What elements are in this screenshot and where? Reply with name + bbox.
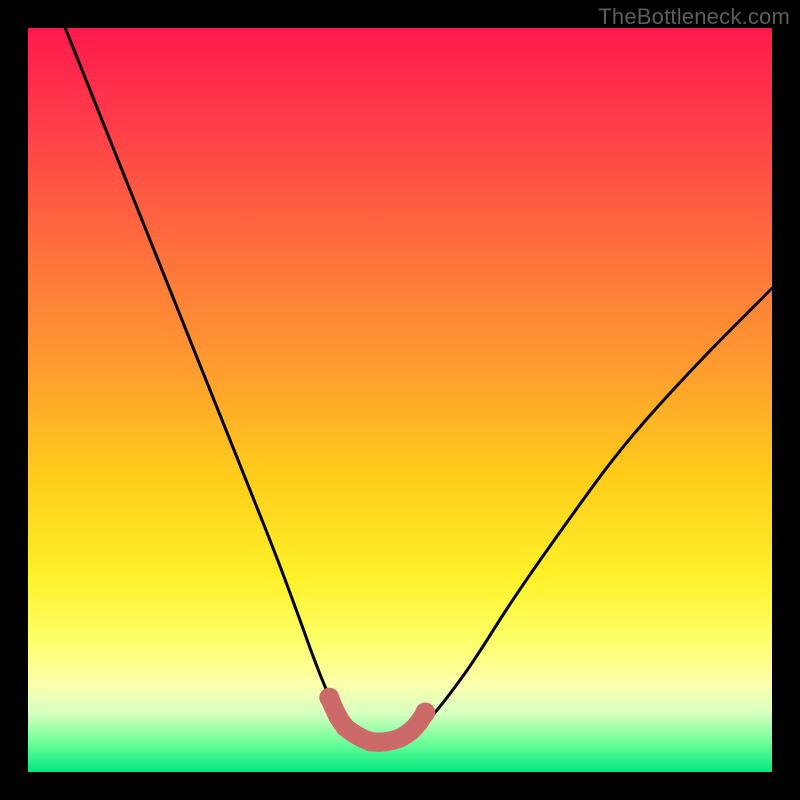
pink-marker-dots [319, 688, 435, 752]
pink-dot [415, 703, 435, 723]
pink-dot [319, 688, 339, 708]
chart-svg [28, 28, 772, 772]
black-curve-line [65, 28, 772, 742]
watermark-text: TheBottleneck.com [598, 4, 790, 30]
outer-frame: TheBottleneck.com [0, 0, 800, 800]
plot-area [28, 28, 772, 772]
